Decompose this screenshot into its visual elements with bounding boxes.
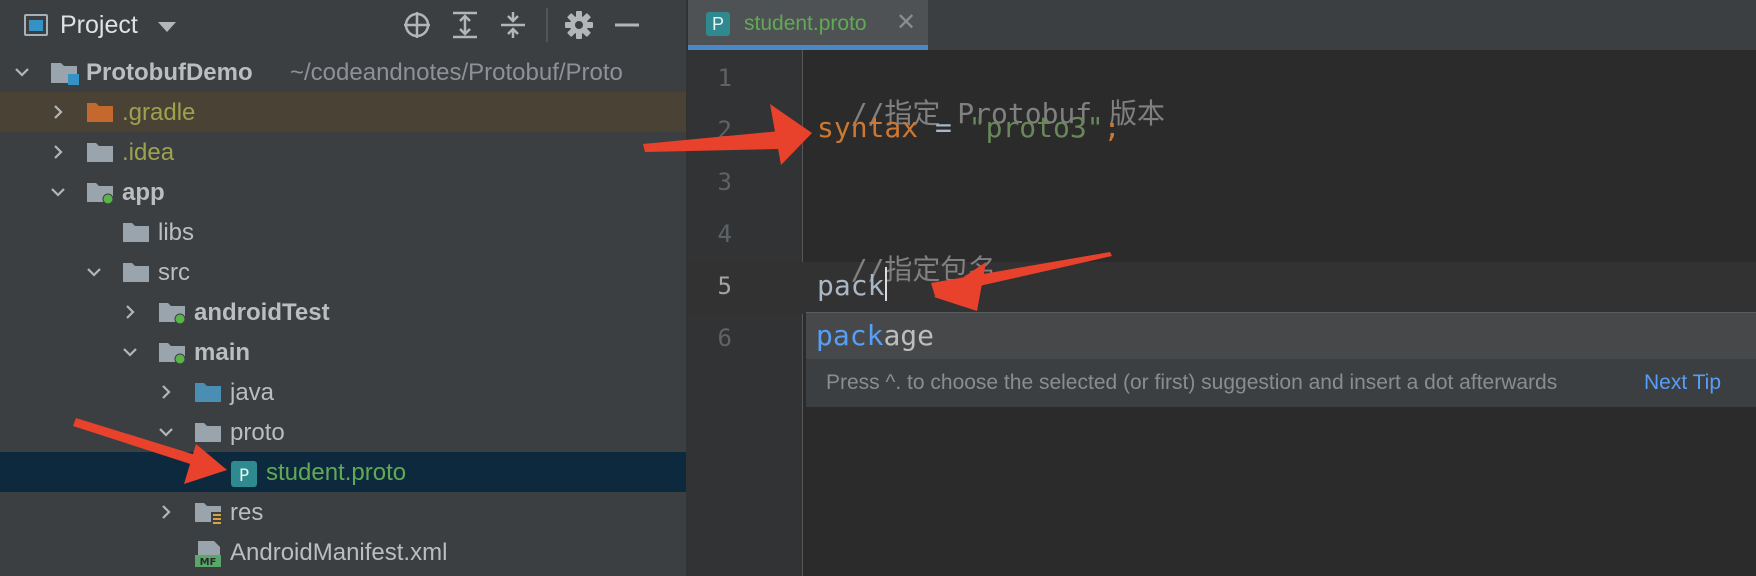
folder-icon [122,220,150,244]
line-number: 1 [717,64,732,92]
expand-all-icon[interactable] [448,8,482,42]
tree-item-gradle[interactable]: .gradle [0,92,686,132]
chevron-right-icon[interactable] [50,104,66,120]
close-icon[interactable]: ✕ [896,11,916,35]
collapse-all-icon[interactable] [496,8,530,42]
tree-item-label: ProtobufDemo [86,59,253,86]
proto-file-icon: P [706,12,730,36]
manifest-file-icon: MF [194,540,222,568]
tree-item-label: app [122,179,165,206]
chevron-down-icon[interactable] [50,184,66,200]
locate-icon[interactable] [400,8,434,42]
project-toolbar [400,8,644,42]
tree-item-proto[interactable]: proto [0,412,686,452]
next-tip-link[interactable]: Next Tip [1644,371,1721,395]
tab-student-proto[interactable]: P student.proto ✕ [688,0,928,50]
tree-item-label: java [230,379,275,406]
string-literal: "proto3" [968,111,1104,144]
chevron-down-icon[interactable] [158,424,174,440]
chevron-down-icon[interactable] [14,64,30,80]
source-set-folder-icon [158,300,186,325]
line-number: 4 [717,220,732,248]
semicolon: ; [1103,111,1121,144]
tree-item-label: AndroidManifest.xml [230,539,448,566]
editor-tab-bar: P student.proto ✕ [688,0,1756,50]
tree-item-idea[interactable]: .idea [0,132,686,172]
line-number-current: 5 [717,272,732,300]
proto-badge-text: P [239,466,249,486]
chevron-right-icon[interactable] [158,504,174,520]
tree-item-label: androidTest [194,299,330,326]
folder-icon [86,140,114,164]
completion-item-text: package [816,319,935,352]
manifest-badge-text: MF [200,557,217,568]
source-set-folder-icon [158,340,186,365]
resource-folder-icon [194,500,223,525]
tree-item-label: proto [230,419,285,446]
minimize-icon[interactable] [610,8,644,42]
proto-file-icon: P [230,460,258,487]
module-folder-icon [86,180,114,205]
toolbar-separator [546,8,548,42]
chevron-down-icon[interactable] [122,344,138,360]
chevron-right-icon[interactable] [122,304,138,320]
tree-item-student-proto[interactable]: P student.proto [0,452,686,492]
project-header: Project [0,0,686,50]
project-window-icon [24,14,48,36]
line-number: 6 [717,324,732,352]
syntax-keyword: syntax [817,111,919,144]
tree-item-label: main [194,339,251,366]
tree-item-androidtest[interactable]: androidTest [0,292,686,332]
folder-icon [86,100,114,124]
tree-item-label: student.proto [266,459,407,486]
tree-item-main[interactable]: main [0,332,686,372]
code-line-5: pack [817,267,888,302]
completion-popup: package Press ^. to choose the selected … [806,312,1756,407]
tree-item-label: libs [158,219,195,246]
tree-item-java[interactable]: java [0,372,686,412]
completion-tip-text: Press ^. to choose the selected (or firs… [826,371,1558,394]
completion-item-package[interactable]: package [806,313,1756,359]
folder-icon [122,260,150,284]
project-title: Project [60,10,138,39]
caret-down-icon [157,22,176,32]
folder-icon [194,420,222,444]
tree-item-app[interactable]: app [0,172,686,212]
line-number: 2 [717,116,732,144]
chevron-right-icon[interactable] [158,384,174,400]
chevron-right-icon[interactable] [50,144,66,160]
project-path: ~/codeandnotes/Protobuf/Proto [290,59,623,86]
tree-item-android-manifest[interactable]: MF AndroidManifest.xml [0,532,686,572]
text-caret [885,267,888,301]
tree-item-protobufdemo[interactable]: ProtobufDemo ~/codeandnotes/Protobuf/Pro… [0,52,686,92]
tree-item-libs[interactable]: libs [0,212,686,252]
tree-item-label: src [158,259,190,286]
tree-item-label: .idea [122,139,175,166]
project-view-selector[interactable]: Project [24,11,176,40]
project-panel: Project ProtobufDemo ~/codeandnotes/Prot… [0,0,686,576]
tree-item-label: res [230,499,264,526]
tree-item-src[interactable]: src [0,252,686,292]
tree-item-res[interactable]: res [0,492,686,532]
gear-icon[interactable] [562,8,596,42]
tree-item-label: .gradle [122,99,196,126]
code-line-2: syntax = "proto3"; [817,111,1120,144]
chevron-down-icon[interactable] [86,264,102,280]
source-folder-icon [194,380,222,404]
assignment-operator: = [918,111,969,144]
line-number: 3 [717,168,732,196]
module-folder-icon [50,60,79,85]
tab-label: student.proto [744,12,867,35]
typed-text: pack [817,269,885,302]
